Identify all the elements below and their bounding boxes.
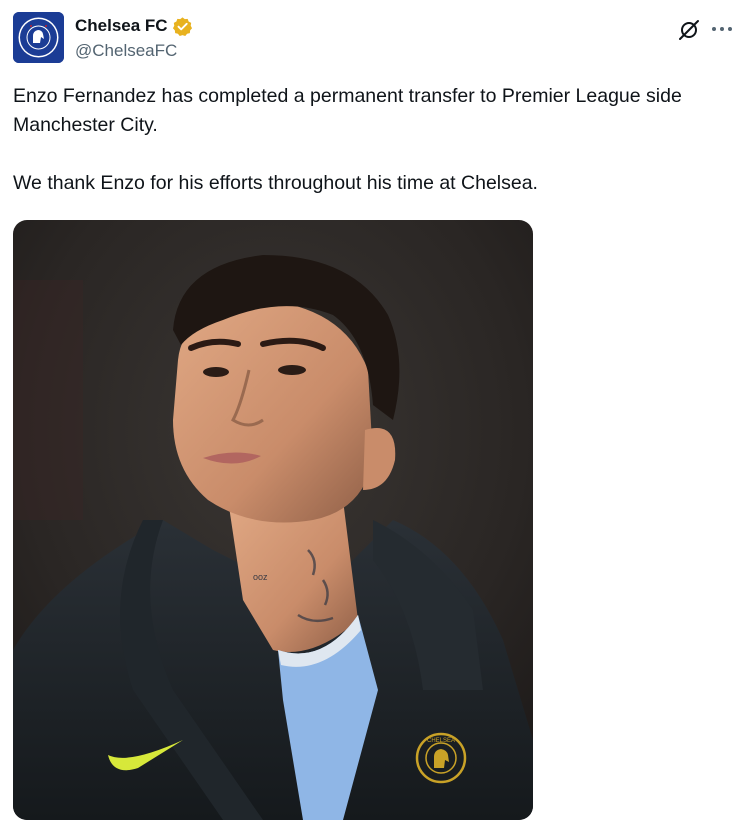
crest-text: CHELSEA [427,738,455,744]
tweet-header: Chelsea FC @ChelseaFC [13,12,737,64]
tweet-photo[interactable]: ooz CHELSEA [13,220,533,820]
display-name-row: Chelsea FC [75,15,193,37]
face [173,300,373,523]
handle[interactable]: @ChelseaFC [75,41,193,61]
more-icon[interactable] [709,22,735,36]
tweet-text: Enzo Fernandez has completed a permanent… [13,82,737,198]
author-names: Chelsea FC @ChelseaFC [75,15,193,61]
tweet-paragraph: We thank Enzo for his efforts throughout… [13,172,538,194]
player-photo-illustration: ooz CHELSEA [13,220,533,820]
avatar[interactable] [13,12,64,63]
tweet-paragraph: Enzo Fernandez has completed a permanent… [13,85,682,136]
verified-badge-icon[interactable] [172,16,193,37]
svg-text:ooz: ooz [253,572,268,582]
grok-icon[interactable] [677,18,701,42]
chelsea-crest-avatar-icon [13,12,64,63]
display-name[interactable]: Chelsea FC [75,16,168,36]
